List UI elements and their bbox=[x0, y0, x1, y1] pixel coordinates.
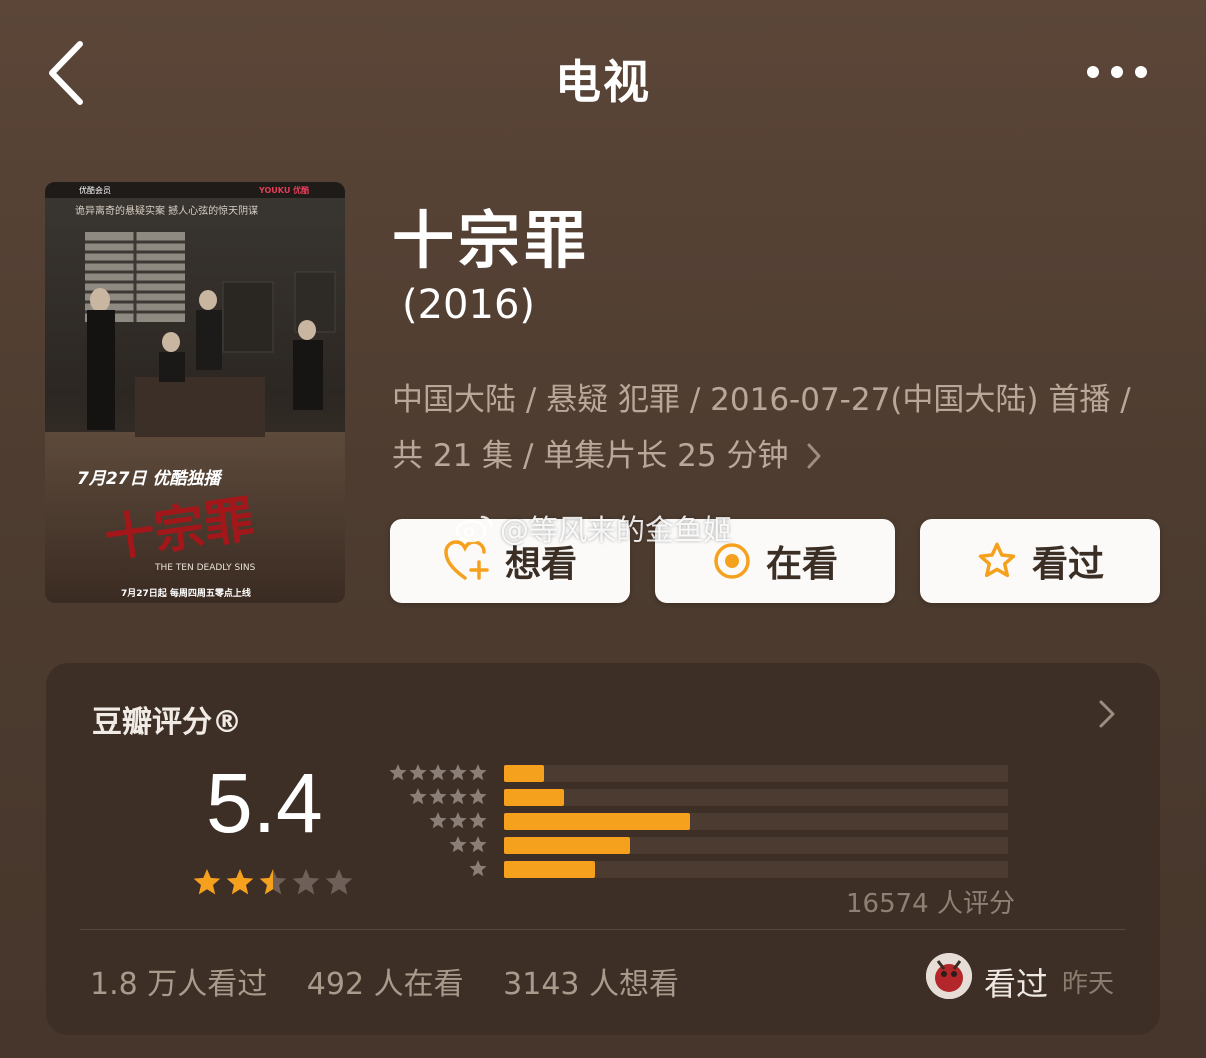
page-title: 电视 bbox=[555, 55, 651, 109]
watch-stats: 1.8 万人看过 492 人在看 3143 人想看 bbox=[90, 959, 709, 1003]
more-options-icon[interactable] bbox=[1084, 62, 1150, 82]
doing-label: 在看 bbox=[765, 544, 838, 585]
bar-track bbox=[504, 861, 1008, 878]
svg-text:7月27日 优酷独播: 7月27日 优酷独播 bbox=[77, 469, 223, 489]
star-outline-icon bbox=[978, 542, 1016, 578]
bar-fill-2-star bbox=[504, 837, 630, 854]
meta-text: 共 21 集 / 单集片长 25 分钟 bbox=[392, 438, 789, 474]
rating-card[interactable]: 豆瓣评分® 5.4 16574 人评分 1.8 万人看过 492 人在看 314… bbox=[46, 663, 1160, 1035]
star-icon bbox=[259, 869, 287, 895]
weibo-icon bbox=[455, 515, 493, 543]
star-icon bbox=[449, 788, 467, 805]
user-status: 看过 bbox=[984, 965, 1049, 1003]
show-meta-line2[interactable]: 共 21 集 / 单集片长 25 分钟 bbox=[392, 430, 822, 475]
row-stars-icon bbox=[469, 860, 487, 877]
bar-track bbox=[504, 789, 1008, 806]
user-avatar[interactable] bbox=[926, 953, 972, 999]
chevron-right-icon bbox=[807, 443, 821, 469]
douban-rating-label: 豆瓣评分® bbox=[92, 705, 242, 740]
show-meta-line1[interactable]: 中国大陆 / 悬疑 犯罪 / 2016-07-27(中国大陆) 首播 / bbox=[392, 374, 1131, 419]
star-icon bbox=[469, 860, 487, 877]
user-status-time: 昨天 bbox=[1062, 969, 1115, 999]
star-icon bbox=[409, 788, 427, 805]
rating-stars bbox=[193, 869, 353, 895]
svg-text:优酷会员: 优酷会员 bbox=[79, 185, 111, 195]
svg-text:诡异离奇的悬疑实案 撼人心弦的惊天阴谋: 诡异离奇的悬疑实案 撼人心弦的惊天阴谋 bbox=[75, 204, 258, 217]
svg-text:YOUKU 优酷: YOUKU 优酷 bbox=[258, 185, 309, 195]
chevron-right-icon[interactable] bbox=[1098, 699, 1116, 729]
star-icon bbox=[429, 812, 447, 829]
star-icon bbox=[389, 764, 407, 781]
star-icon bbox=[193, 869, 221, 895]
row-stars-icon bbox=[409, 788, 487, 805]
show-year: (2016) bbox=[402, 282, 536, 328]
star-icon bbox=[449, 836, 467, 853]
row-stars-icon bbox=[449, 836, 487, 853]
rating-score: 5.4 bbox=[206, 756, 323, 850]
star-icon bbox=[469, 812, 487, 829]
done-label: 看过 bbox=[1031, 544, 1104, 585]
bar-fill-4-star bbox=[504, 789, 564, 806]
star-icon bbox=[325, 869, 353, 895]
bar-track bbox=[504, 813, 1008, 830]
weibo-watermark: @等风来的金鱼姬 bbox=[454, 507, 732, 549]
svg-text:THE TEN DEADLY SINS: THE TEN DEADLY SINS bbox=[154, 563, 256, 573]
stat-seen[interactable]: 1.8 万人看过 bbox=[90, 967, 267, 1002]
star-icon bbox=[226, 869, 254, 895]
distribution-row-5-star bbox=[384, 763, 1014, 783]
star-icon bbox=[469, 764, 487, 781]
distribution-row-3-star bbox=[384, 811, 1014, 831]
bar-track bbox=[504, 765, 1008, 782]
star-icon bbox=[449, 812, 467, 829]
star-icon bbox=[292, 869, 320, 895]
star-icon bbox=[429, 788, 447, 805]
bar-fill-5-star bbox=[504, 765, 544, 782]
watched-button[interactable]: 看过 bbox=[920, 519, 1160, 603]
show-title: 十宗罪 bbox=[392, 204, 591, 277]
star-icon bbox=[469, 836, 487, 853]
stat-doing[interactable]: 492 人在看 bbox=[307, 967, 464, 1002]
bar-track bbox=[504, 837, 1008, 854]
distribution-row-1-star bbox=[384, 859, 1014, 879]
show-poster[interactable]: 7月27日 优酷独播 十宗罪 THE TEN DEADLY SINS 7月27日… bbox=[45, 182, 345, 603]
star-icon bbox=[449, 764, 467, 781]
divider bbox=[80, 929, 1126, 930]
distribution-row-4-star bbox=[384, 787, 1014, 807]
svg-text:7月27日起 每周四周五零点上线: 7月27日起 每周四周五零点上线 bbox=[121, 587, 251, 599]
distribution-row-2-star bbox=[384, 835, 1014, 855]
star-icon bbox=[409, 764, 427, 781]
star-icon bbox=[469, 788, 487, 805]
watermark-text: @等风来的金鱼姬 bbox=[500, 513, 733, 547]
row-stars-icon bbox=[389, 764, 487, 781]
row-stars-icon bbox=[429, 812, 487, 829]
bar-fill-3-star bbox=[504, 813, 690, 830]
bar-fill-1-star bbox=[504, 861, 595, 878]
rating-count: 16574 人评分 bbox=[846, 889, 1015, 919]
star-icon bbox=[429, 764, 447, 781]
stat-want[interactable]: 3143 人想看 bbox=[503, 967, 679, 1002]
